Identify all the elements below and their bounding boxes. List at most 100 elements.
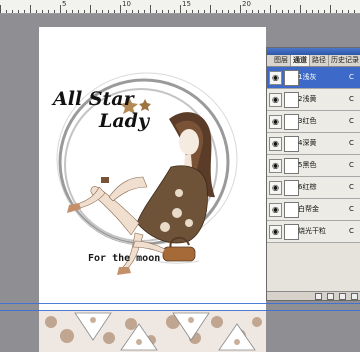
layer-name: 6红棕: [298, 183, 317, 191]
ruler-tick: [162, 10, 163, 13]
ruler-tick: [102, 10, 103, 13]
ruler-tick: [198, 10, 199, 13]
ruler-tick: [42, 10, 43, 13]
layer-row[interactable]: ◉ 白帮金 C: [267, 199, 360, 221]
eye-icon[interactable]: ◉: [269, 181, 282, 195]
ruler-tick: [90, 5, 91, 13]
ruler-tick: [48, 10, 49, 13]
layer-name: 白帮金: [298, 205, 319, 213]
horizontal-guide[interactable]: [0, 303, 360, 304]
new-channel-button[interactable]: [339, 293, 346, 300]
ruler-tick: [120, 5, 121, 13]
ruler-label: 10: [122, 0, 131, 8]
layer-row[interactable]: ◉ 2浅黄 C: [267, 89, 360, 111]
eye-icon[interactable]: ◉: [269, 115, 282, 129]
ruler-label: 5: [62, 0, 67, 8]
ruler-tick: [270, 5, 271, 13]
delete-channel-button[interactable]: [351, 293, 358, 300]
ruler-tick: [72, 10, 73, 13]
ruler-tick: [6, 10, 7, 13]
eye-icon[interactable]: ◉: [269, 203, 282, 217]
ruler-tick: [312, 10, 313, 13]
ruler-tick: [18, 10, 19, 13]
ruler-tick: [156, 10, 157, 13]
layer-thumbnail: [284, 202, 299, 218]
ruler-tick: [114, 10, 115, 13]
ruler-tick: [180, 5, 181, 13]
save-selection-button[interactable]: [327, 293, 334, 300]
layer-row[interactable]: ◉ 3红色 C: [267, 111, 360, 133]
ruler-tick: [336, 10, 337, 13]
ruler-tick: [234, 10, 235, 13]
tab-channels[interactable]: 通道: [291, 55, 310, 66]
ruler-tick: [96, 10, 97, 13]
tab-layers[interactable]: 图层: [272, 55, 291, 66]
ruler-tick: [252, 10, 253, 13]
ruler-tick: [150, 5, 151, 13]
ruler-tick: [132, 10, 133, 13]
layer-row[interactable]: ◉ 4深黄 C: [267, 133, 360, 155]
horizontal-ruler[interactable]: 5 10 15 20: [0, 0, 360, 14]
ruler-tick: [222, 10, 223, 13]
ruler-tick: [60, 5, 61, 13]
layer-thumbnail: [284, 114, 299, 130]
layer-row[interactable]: ◉ 5黑色 C: [267, 155, 360, 177]
headline-line-2: Lady: [99, 110, 149, 132]
layer-shortcut: C: [349, 183, 354, 191]
ruler-tick: [342, 10, 343, 13]
ruler-tick: [306, 10, 307, 13]
layer-row[interactable]: ◉ 1浅灰 C: [267, 67, 360, 89]
layer-name: 3红色: [298, 117, 317, 125]
ruler-tick: [300, 5, 301, 13]
ruler-tick: [228, 10, 229, 13]
ruler-tick: [324, 10, 325, 13]
layer-list: ◉ 1浅灰 C ◉ 2浅黄 C ◉ 3红色 C ◉ 4深黄 C ◉ 5黑色 C ◉ 6红棕 C ◉ 白帮金 C ◉ 烧光干粒…: [267, 67, 360, 243]
panel-title-bar[interactable]: [267, 48, 360, 55]
ruler-tick: [348, 10, 349, 13]
eye-icon[interactable]: ◉: [269, 93, 282, 107]
ruler-tick: [0, 5, 1, 13]
layer-shortcut: C: [349, 139, 354, 147]
layer-shortcut: C: [349, 227, 354, 235]
tab-history[interactable]: 历史记录: [329, 55, 360, 66]
layer-thumbnail: [284, 158, 299, 174]
ruler-tick: [168, 10, 169, 13]
ruler-tick: [264, 10, 265, 13]
ruler-tick: [126, 10, 127, 13]
layer-name: 5黑色: [298, 161, 317, 169]
layer-shortcut: C: [349, 205, 354, 213]
ruler-tick: [204, 10, 205, 13]
ruler-tick: [330, 5, 331, 13]
eye-icon[interactable]: ◉: [269, 159, 282, 173]
eye-icon[interactable]: ◉: [269, 137, 282, 151]
ruler-tick: [186, 10, 187, 13]
layer-name: 4深黄: [298, 139, 317, 147]
horizontal-guide[interactable]: [0, 310, 360, 311]
layer-name: 1浅灰: [298, 73, 317, 81]
layer-row[interactable]: ◉ 6红棕 C: [267, 177, 360, 199]
panel-tabs: 图层 通道 路径 历史记录: [267, 55, 360, 67]
ruler-tick: [258, 10, 259, 13]
load-selection-button[interactable]: [315, 293, 322, 300]
eye-icon[interactable]: ◉: [269, 225, 282, 239]
layer-name: 烧光干粒: [298, 227, 326, 235]
layer-thumbnail: [284, 180, 299, 196]
headline-line-1: All Star: [53, 88, 134, 110]
layer-row[interactable]: ◉ 烧光干粒 C: [267, 221, 360, 243]
ruler-tick: [144, 10, 145, 13]
ruler-tick: [192, 10, 193, 13]
layer-thumbnail: [284, 136, 299, 152]
layer-shortcut: C: [349, 73, 354, 81]
ruler-tick: [30, 5, 31, 13]
tab-paths[interactable]: 路径: [310, 55, 329, 66]
ruler-tick: [288, 10, 289, 13]
ruler-tick: [12, 10, 13, 13]
tagline: For the moon: [88, 253, 161, 264]
layer-thumbnail: [284, 224, 299, 240]
ruler-tick: [276, 10, 277, 13]
ruler-tick: [78, 10, 79, 13]
eye-icon[interactable]: ◉: [269, 71, 282, 85]
layer-thumbnail: [284, 92, 299, 108]
ruler-tick: [240, 5, 241, 13]
ruler-tick: [294, 10, 295, 13]
